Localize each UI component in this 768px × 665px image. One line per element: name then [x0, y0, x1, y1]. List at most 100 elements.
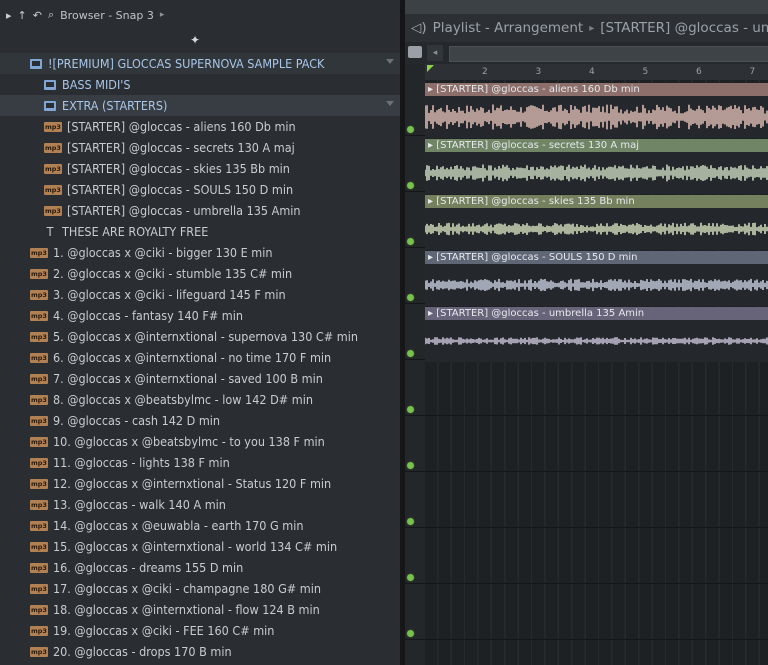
clip-label: [STARTER] @gloccas - umbrella 135 Amin	[436, 308, 645, 319]
audio-clip[interactable]: ▸ [STARTER] @gloccas - secrets 130 A maj	[425, 139, 768, 194]
folder-label: ![PREMIUM] GLOCCAS SUPERNOVA SAMPLE PACK	[48, 56, 325, 71]
clip-header[interactable]: ▸ [STARTER] @gloccas - aliens 160 Db min	[425, 83, 768, 96]
horizontal-scroller[interactable]	[449, 46, 768, 62]
sample-file-item[interactable]: mp3 19. @gloccas x @ciki - FEE 160 C# min	[0, 620, 400, 641]
mp3-file-icon: mp3	[30, 394, 48, 405]
browser-list: ![PREMIUM] GLOCCAS SUPERNOVA SAMPLE PACK…	[0, 53, 400, 662]
folder-icon	[44, 100, 56, 111]
sample-file-item[interactable]: mp3 5. @gloccas x @internxtional - supern…	[0, 326, 400, 347]
clip-header[interactable]: ▸ [STARTER] @gloccas - secrets 130 A maj	[425, 139, 768, 152]
clip-header[interactable]: ▸ [STARTER] @gloccas - skies 135 Bb min	[425, 195, 768, 208]
scroll-left-icon[interactable]: ◂	[427, 45, 443, 61]
track-enable-icon[interactable]	[406, 181, 415, 190]
text-note-item[interactable]: T THESE ARE ROYALTY FREE	[0, 221, 400, 242]
track-enable-icon[interactable]	[406, 461, 415, 470]
starter-file-item[interactable]: mp3 [STARTER] @gloccas - umbrella 135 Ami…	[0, 200, 400, 221]
sample-file-item[interactable]: mp3 7. @gloccas x @internxtional - saved …	[0, 368, 400, 389]
ruler-bar-number: 5	[642, 67, 649, 77]
track-enable-icon[interactable]	[406, 237, 415, 246]
sample-file-item[interactable]: mp3 6. @gloccas x @internxtional - no tim…	[0, 347, 400, 368]
file-label: 18. @gloccas x @internxtional - flow 124…	[52, 602, 320, 617]
sample-file-item[interactable]: mp3 4. @gloccas - fantasy 140 F# min	[0, 305, 400, 326]
playlist-panel: ◁) Playlist - Arrangement ▸ [STARTER] @g…	[405, 0, 768, 665]
track-enable-icon[interactable]	[406, 125, 415, 134]
file-label: 20. @gloccas - drops 170 B min	[52, 644, 232, 659]
mp3-file-icon: mp3	[30, 331, 48, 342]
browser-panel: ▸ ↑ ↶ ⌕ Browser - Snap 3 ▸ ✦ ![PREMIUM] …	[0, 0, 400, 665]
audio-clip[interactable]: ▸ [STARTER] @gloccas - skies 135 Bb min	[425, 195, 768, 250]
snap-magnet-icon[interactable]: ✦	[190, 33, 200, 47]
sample-file-item[interactable]: mp3 11. @gloccas - lights 138 F min	[0, 452, 400, 473]
playhead-marker-icon[interactable]	[427, 65, 434, 72]
folder-extra-starters[interactable]: EXTRA (STARTERS)	[0, 95, 400, 116]
mp3-file-icon: mp3	[30, 541, 48, 552]
track-enable-icon[interactable]	[406, 293, 415, 302]
browser-menu-caret-icon[interactable]: ▸	[160, 10, 165, 20]
mp3-file-icon: mp3	[44, 121, 62, 132]
mp3-file-icon: mp3	[44, 163, 62, 174]
file-label: 9. @gloccas - cash 142 D min	[52, 413, 221, 428]
folder-label: BASS MIDI'S	[62, 77, 131, 92]
sample-file-item[interactable]: mp3 3. @gloccas x @ciki - lifeguard 145 F…	[0, 284, 400, 305]
track-enable-icon[interactable]	[406, 629, 415, 638]
speaker-icon[interactable]: ◁)	[411, 20, 427, 36]
clip-waveform	[425, 152, 768, 194]
mp3-file-icon: mp3	[30, 604, 48, 615]
starter-file-item[interactable]: mp3 [STARTER] @gloccas - skies 135 Bb min	[0, 158, 400, 179]
sample-file-item[interactable]: mp3 15. @gloccas x @internxtional - world…	[0, 536, 400, 557]
pattern-mode-icon[interactable]	[408, 46, 422, 58]
dropdown-arrow-icon[interactable]	[386, 101, 394, 106]
clip-waveform	[425, 264, 768, 306]
sample-file-item[interactable]: mp3 17. @gloccas x @ciki - champagne 180 …	[0, 578, 400, 599]
sample-file-item[interactable]: mp3 10. @gloccas x @beatsbylmc - to you 1…	[0, 431, 400, 452]
folder-premium-pack[interactable]: ![PREMIUM] GLOCCAS SUPERNOVA SAMPLE PACK	[0, 53, 400, 74]
starter-file-item[interactable]: mp3 [STARTER] @gloccas - SOULS 150 D min	[0, 179, 400, 200]
folder-bass-midis[interactable]: BASS MIDI'S	[0, 74, 400, 95]
track-enable-icon[interactable]	[406, 517, 415, 526]
sample-file-item[interactable]: mp3 12. @gloccas x @internxtional - Statu…	[0, 473, 400, 494]
starter-file-item[interactable]: mp3 [STARTER] @gloccas - aliens 160 Db mi…	[0, 116, 400, 137]
undo-icon[interactable]: ↶	[33, 9, 42, 22]
lane-divider	[405, 415, 768, 416]
search-icon[interactable]: ⌕	[48, 8, 54, 22]
sample-file-item[interactable]: mp3 1. @gloccas x @ciki - bigger 130 E mi…	[0, 242, 400, 263]
file-label: [STARTER] @gloccas - SOULS 150 D min	[66, 182, 294, 197]
mp3-file-icon: mp3	[44, 184, 62, 195]
sample-file-item[interactable]: mp3 14. @gloccas x @euwabla - earth 170 G…	[0, 515, 400, 536]
file-label: [STARTER] @gloccas - umbrella 135 Amin	[66, 203, 301, 218]
starter-file-item[interactable]: mp3 [STARTER] @gloccas - secrets 130 A ma…	[0, 137, 400, 158]
mp3-file-icon: mp3	[30, 520, 48, 531]
mp3-file-icon: mp3	[30, 247, 48, 258]
playlist-toolbar: ◂	[405, 42, 768, 64]
timeline-ruler[interactable]: 2 3 4 5 6 7	[425, 64, 768, 80]
audio-clip[interactable]: ▸ [STARTER] @gloccas - SOULS 150 D min	[425, 251, 768, 306]
ruler-bar-number: 6	[696, 67, 702, 77]
mp3-file-icon: mp3	[30, 499, 48, 510]
file-label: 8. @gloccas x @beatsbylmc - low 142 D# m…	[52, 392, 313, 407]
clip-waveform	[425, 320, 768, 362]
folder-icon	[44, 79, 56, 90]
mp3-file-icon: mp3	[30, 562, 48, 573]
track-enable-icon[interactable]	[406, 573, 415, 582]
sample-file-item[interactable]: mp3 8. @gloccas x @beatsbylmc - low 142 D…	[0, 389, 400, 410]
sample-file-item[interactable]: mp3 9. @gloccas - cash 142 D min	[0, 410, 400, 431]
sample-file-item[interactable]: mp3 2. @gloccas x @ciki - stumble 135 C# …	[0, 263, 400, 284]
file-label: 2. @gloccas x @ciki - stumble 135 C# min	[52, 266, 293, 281]
audio-clip[interactable]: ▸ [STARTER] @gloccas - umbrella 135 Amin	[425, 307, 768, 362]
sample-file-item[interactable]: mp3 16. @gloccas - dreams 155 D min	[0, 557, 400, 578]
arrow-up-icon[interactable]: ↑	[18, 9, 27, 22]
sample-file-item[interactable]: mp3 13. @gloccas - walk 140 A min	[0, 494, 400, 515]
clip-header[interactable]: ▸ [STARTER] @gloccas - umbrella 135 Amin	[425, 307, 768, 320]
track-enable-icon[interactable]	[406, 349, 415, 358]
audio-clip[interactable]: ▸ [STARTER] @gloccas - aliens 160 Db min	[425, 83, 768, 138]
sample-file-item[interactable]: mp3 20. @gloccas - drops 170 B min	[0, 641, 400, 662]
expand-arrow-icon[interactable]: ▸	[6, 9, 12, 22]
track-enable-icon[interactable]	[406, 405, 415, 414]
file-label: 1. @gloccas x @ciki - bigger 130 E min	[52, 245, 273, 260]
file-label: [STARTER] @gloccas - aliens 160 Db min	[66, 119, 296, 134]
playlist-title-bar[interactable]: ◁) Playlist - Arrangement ▸ [STARTER] @g…	[405, 14, 768, 42]
sample-file-item[interactable]: mp3 18. @gloccas x @internxtional - flow …	[0, 599, 400, 620]
file-label: 12. @gloccas x @internxtional - Status 1…	[52, 476, 332, 491]
clip-header[interactable]: ▸ [STARTER] @gloccas - SOULS 150 D min	[425, 251, 768, 264]
dropdown-arrow-icon[interactable]	[386, 59, 394, 64]
